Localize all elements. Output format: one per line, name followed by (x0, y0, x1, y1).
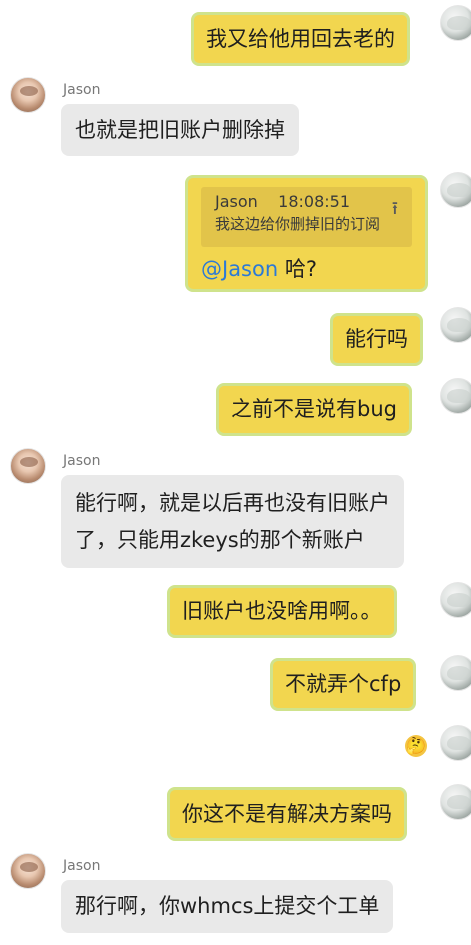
my-avatar[interactable] (440, 784, 471, 820)
message-bubble[interactable]: 不就弄个cfp (270, 658, 417, 711)
message-text: 之前不是说有bug (231, 397, 397, 421)
message-bubble[interactable]: 那行啊，你whmcs上提交个工单 (61, 880, 394, 933)
message-bubble[interactable]: 我又给他用回去老的 (191, 12, 410, 66)
message-text: 能行吗 (345, 327, 408, 351)
message-bubble[interactable]: 之前不是说有bug (216, 383, 412, 436)
quote-sender: Jason (215, 192, 258, 211)
jump-to-original-icon[interactable]: ⭱ (392, 193, 398, 224)
message-text-line: 了，只能用zkeys的那个新账户 (75, 528, 365, 552)
sender-name: Jason (63, 453, 101, 469)
message-bubble[interactable]: 能行啊，就是以后再也没有旧账户 了，只能用zkeys的那个新账户 (61, 475, 404, 568)
my-avatar[interactable] (440, 582, 471, 618)
my-avatar[interactable] (440, 307, 471, 343)
mention-link[interactable]: @Jason (201, 257, 278, 281)
message-text: 不就弄个cfp (285, 672, 402, 696)
sender-name: Jason (63, 858, 101, 874)
message-bubble[interactable]: 旧账户也没啥用啊。。 (167, 585, 397, 638)
message-text: 那行啊，你whmcs上提交个工单 (75, 894, 380, 918)
quote-time: 18:08:51 (278, 192, 350, 211)
my-avatar[interactable] (440, 172, 471, 208)
my-avatar[interactable] (440, 378, 471, 414)
jason-avatar[interactable] (10, 448, 46, 484)
quote-header: Jason 18:08:51 (215, 191, 398, 213)
thinking-emoji-icon[interactable]: 🤔 (405, 735, 427, 757)
message-text: 旧账户也没啥用啊。。 (182, 599, 382, 623)
message-text: 我又给他用回去老的 (206, 26, 395, 51)
reply-text: @Jason 哈? (201, 254, 317, 285)
sender-name: Jason (63, 82, 101, 98)
message-bubble[interactable]: 能行吗 (330, 313, 423, 366)
message-text: 也就是把旧账户删除掉 (75, 117, 285, 142)
message-text: 你这不是有解决方案吗 (182, 801, 392, 826)
my-avatar[interactable] (440, 5, 471, 41)
message-bubble[interactable]: 你这不是有解决方案吗 (167, 787, 407, 841)
my-avatar[interactable] (440, 725, 471, 761)
jason-avatar[interactable] (10, 853, 46, 889)
message-bubble[interactable]: Jason 18:08:51 我这边给你删掉旧的订阅 ⭱ @Jason 哈? (185, 175, 428, 292)
message-text: 哈? (278, 257, 317, 281)
quoted-message[interactable]: Jason 18:08:51 我这边给你删掉旧的订阅 ⭱ (201, 187, 412, 247)
my-avatar[interactable] (440, 655, 471, 691)
message-bubble[interactable]: 也就是把旧账户删除掉 (61, 104, 299, 156)
quote-text: 我这边给你删掉旧的订阅 (215, 215, 381, 233)
jason-avatar[interactable] (10, 77, 46, 113)
message-text-line: 能行啊，就是以后再也没有旧账户 (75, 491, 390, 515)
